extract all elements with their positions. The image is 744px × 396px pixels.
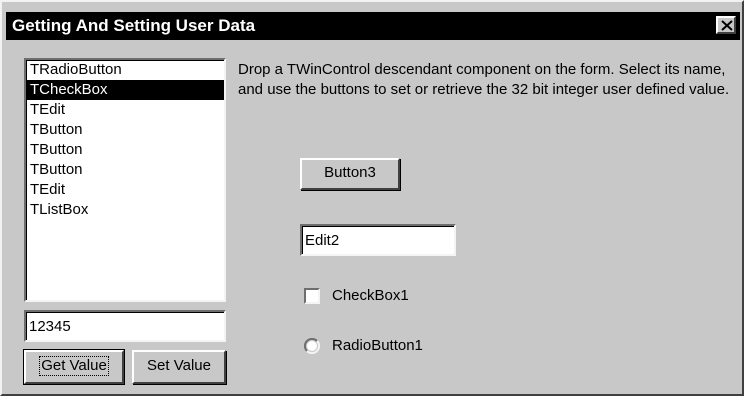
list-item[interactable]: TEdit	[26, 180, 224, 200]
button3[interactable]: Button3	[300, 158, 400, 190]
edit2-input[interactable]: Edit2	[300, 224, 456, 256]
value-input[interactable]: 12345	[24, 310, 226, 342]
checkbox1[interactable]	[304, 288, 320, 304]
component-listbox[interactable]: TRadioButton TCheckBox TEdit TButton TBu…	[24, 58, 226, 302]
list-item[interactable]: TRadioButton	[26, 60, 224, 80]
get-value-label: Get Value	[39, 356, 109, 376]
dialog-window: Getting And Setting User Data TRadioButt…	[0, 0, 744, 396]
list-item[interactable]: TButton	[26, 140, 224, 160]
checkbox1-label[interactable]: CheckBox1	[332, 287, 409, 304]
value-input-text: 12345	[29, 318, 71, 335]
list-item-selected[interactable]: TCheckBox	[26, 80, 224, 100]
set-value-label: Set Value	[147, 357, 211, 374]
radiobutton1-label[interactable]: RadioButton1	[332, 337, 423, 354]
close-button[interactable]	[716, 16, 736, 34]
get-value-button[interactable]: Get Value	[23, 349, 125, 385]
window-title: Getting And Setting User Data	[12, 16, 256, 35]
list-item[interactable]: TEdit	[26, 100, 224, 120]
list-item[interactable]: TButton	[26, 160, 224, 180]
title-bar[interactable]: Getting And Setting User Data	[6, 12, 740, 40]
radiobutton1[interactable]	[304, 338, 320, 354]
button3-label: Button3	[324, 164, 376, 181]
instructions-text: Drop a TWinControl descendant component …	[238, 61, 730, 98]
edit2-input-text: Edit2	[305, 232, 340, 249]
close-icon	[721, 20, 733, 31]
set-value-button[interactable]: Set Value	[132, 350, 226, 384]
list-item[interactable]: TButton	[26, 120, 224, 140]
list-item[interactable]: TListBox	[26, 200, 224, 220]
